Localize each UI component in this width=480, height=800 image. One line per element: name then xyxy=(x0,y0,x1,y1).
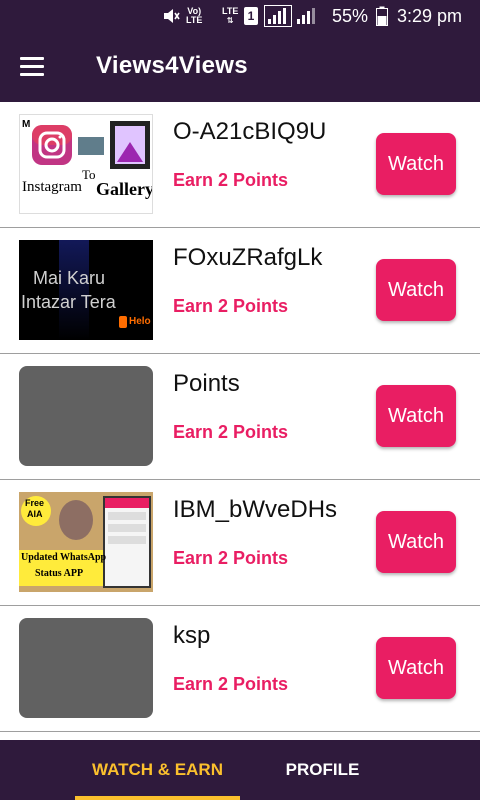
video-row: M Instagram To Gallery O-A21cBIQ9U Earn … xyxy=(0,102,480,228)
earn-points-label: Earn 2 Points xyxy=(173,170,289,190)
video-title: IBM_bWveDHs xyxy=(173,496,338,523)
video-list[interactable]: M Instagram To Gallery O-A21cBIQ9U Earn … xyxy=(0,102,480,740)
thumb-text-line3: Updated WhatsApp xyxy=(21,552,107,563)
lte-top-label: LTE xyxy=(222,6,239,16)
earn-points-label: Earn 2 Points xyxy=(173,296,289,316)
lte-data-indicator: LTE ⇅ xyxy=(222,6,239,26)
video-thumbnail-placeholder xyxy=(19,366,153,466)
video-thumbnail-placeholder xyxy=(19,618,153,718)
thumb-text-line3: Gallery xyxy=(96,179,153,199)
helo-logo-icon xyxy=(119,316,127,328)
bottom-navigation: WATCH & EARN PROFILE xyxy=(0,740,480,800)
tab-watch-and-earn[interactable]: WATCH & EARN xyxy=(75,740,240,800)
video-thumbnail: Mai Karu Intazar Tera Helo xyxy=(19,240,153,340)
thumb-text-line2: AIA xyxy=(27,509,43,519)
thumb-text-line2: Intazar Tera xyxy=(21,292,116,312)
app-bar: Views4Views xyxy=(0,32,480,102)
video-row: ksp Earn 2 Points Watch xyxy=(0,606,480,732)
watch-button[interactable]: Watch xyxy=(376,511,456,573)
video-row: Free AIA Updated WhatsApp Status APP IBM… xyxy=(0,480,480,606)
phone-mockup-icon xyxy=(103,496,151,588)
battery-percent: 55% xyxy=(332,5,369,26)
clock: 3:29 pm xyxy=(397,5,463,26)
watch-button[interactable]: Watch xyxy=(376,133,456,195)
lte-label: LTE xyxy=(186,15,203,25)
mute-icon xyxy=(162,0,180,32)
app-title: Views4Views xyxy=(96,52,248,79)
earn-points-label: Earn 2 Points xyxy=(173,674,289,694)
thumb-text-line1: Mai Karu xyxy=(33,268,106,288)
thumb-text-line1: Free xyxy=(25,498,45,508)
person-avatar-icon xyxy=(59,500,93,540)
battery-icon xyxy=(376,0,388,32)
video-row: Mai Karu Intazar Tera Helo FOxuZRafgLk E… xyxy=(0,228,480,354)
video-title: FOxuZRafgLk xyxy=(173,244,323,271)
hamburger-menu-icon[interactable] xyxy=(20,57,44,77)
watch-button[interactable]: Watch xyxy=(376,637,456,699)
thumb-badge: Helo xyxy=(129,316,151,327)
video-row: Points Earn 2 Points Watch xyxy=(0,354,480,480)
signal-strength-icon-2 xyxy=(296,0,316,32)
signal-strength-icon xyxy=(264,0,292,32)
video-thumbnail: M Instagram To Gallery xyxy=(19,114,153,214)
thumb-corner-text: M xyxy=(22,119,30,130)
volte-indicator: Vo) LTE xyxy=(186,0,202,32)
video-title: O-A21cBIQ9U xyxy=(173,118,327,145)
video-title: ksp xyxy=(173,622,211,649)
watch-button[interactable]: Watch xyxy=(376,385,456,447)
sim-slot-label: 1 xyxy=(244,7,258,25)
thumb-text-line2: To xyxy=(82,167,96,182)
video-title: Points xyxy=(173,370,240,397)
earn-points-label: Earn 2 Points xyxy=(173,422,289,442)
thumb-text-line4: Status APP xyxy=(35,568,84,579)
status-bar: Vo) LTE LTE ⇅ 1 55% 3:29 pm xyxy=(0,0,480,32)
watch-button[interactable]: Watch xyxy=(376,259,456,321)
earn-points-label: Earn 2 Points xyxy=(173,548,289,568)
video-thumbnail: Free AIA Updated WhatsApp Status APP xyxy=(19,492,153,592)
thumb-text-line1: Instagram xyxy=(22,179,82,195)
tab-profile[interactable]: PROFILE xyxy=(240,740,405,800)
sim-icon: 1 xyxy=(244,0,258,32)
active-tab-indicator xyxy=(75,796,240,800)
